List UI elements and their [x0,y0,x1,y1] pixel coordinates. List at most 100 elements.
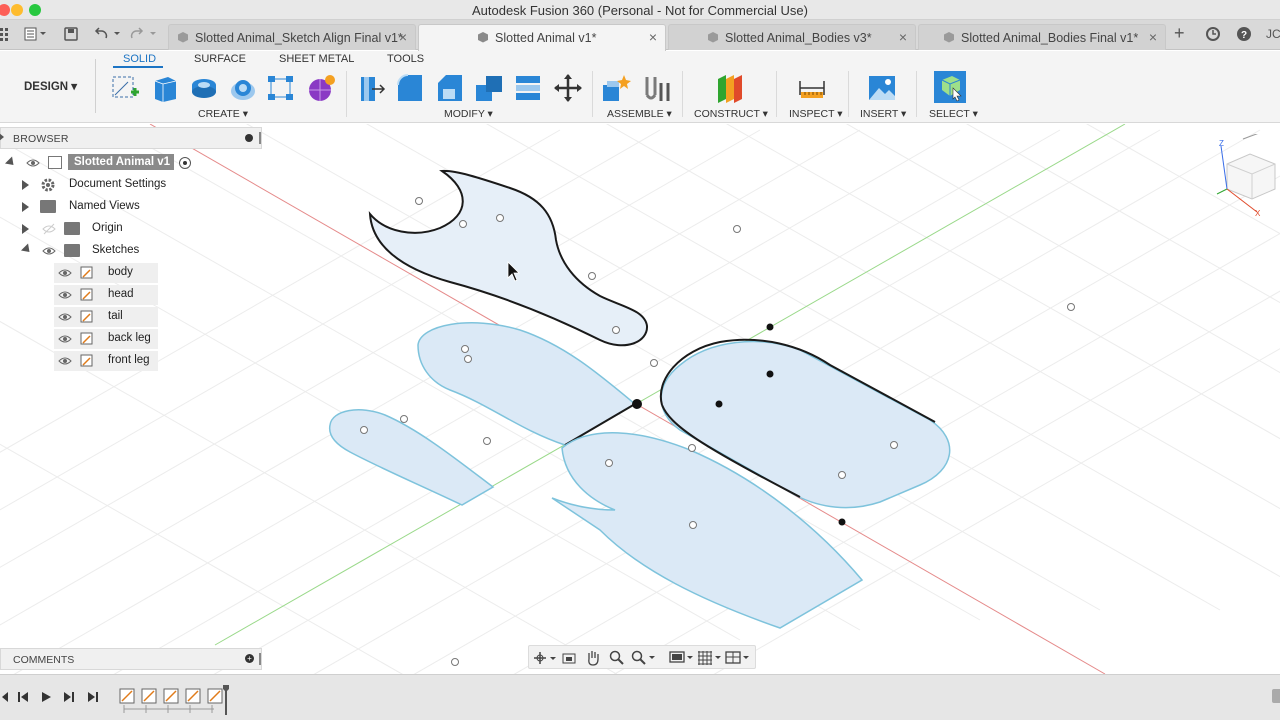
tab-label: Slotted Animal_Bodies Final v1* [961,31,1139,45]
fillet-icon[interactable] [395,73,425,103]
add-comment-icon[interactable]: + [245,654,254,663]
tree-item-document-settings[interactable]: Document Settings [0,175,200,195]
view-cube-icon[interactable]: Z X [1215,134,1280,219]
job-status-icon[interactable] [1205,26,1221,45]
divider [592,71,593,117]
sketch-item-back-leg[interactable]: back leg [54,329,158,349]
create-form-icon[interactable] [306,73,336,103]
close-tab-icon[interactable]: × [649,29,657,45]
look-at-icon[interactable] [561,650,577,666]
visibility-eye-icon[interactable] [58,355,72,367]
tab-bodies-v3[interactable]: Slotted Animal_Bodies v3* × [668,24,916,50]
go-to-start-icon[interactable] [0,691,12,703]
tab-solid[interactable]: SOLID [123,53,156,65]
assemble-menu[interactable]: ASSEMBLE ▾ [607,108,672,120]
expand-icon[interactable] [22,180,29,190]
close-tab-icon[interactable]: × [899,29,907,45]
inspect-menu[interactable]: INSPECT ▾ [789,108,843,120]
visibility-eye-icon[interactable] [26,157,40,169]
tab-tools[interactable]: TOOLS [387,53,424,65]
go-to-end-icon[interactable] [86,691,100,703]
browser-header[interactable]: BROWSER [0,127,262,149]
viewports-icon[interactable] [725,650,751,666]
pattern-icon[interactable] [266,73,296,103]
timeline-features[interactable] [116,685,236,715]
visibility-eye-icon[interactable] [58,333,72,345]
new-tab-icon[interactable]: + [1174,23,1185,44]
visibility-eye-icon[interactable] [42,245,56,257]
tab-bodies-final[interactable]: Slotted Animal_Bodies Final v1* × [918,24,1166,50]
revolve-icon[interactable] [189,73,219,103]
tree-item-origin[interactable]: Origin [0,219,200,239]
activate-radio-icon[interactable] [179,157,191,169]
chamfer-icon[interactable] [435,73,465,103]
undo-icon[interactable] [94,27,124,44]
sketch-item-body[interactable]: body [54,263,158,283]
split-body-icon[interactable] [513,73,543,103]
file-menu-icon[interactable] [24,27,48,44]
tab-slotted-animal[interactable]: Slotted Animal v1* × [418,24,666,51]
grid-settings-icon[interactable] [697,650,723,666]
expand-icon[interactable] [22,224,29,234]
zoom-icon[interactable] [609,650,625,666]
construct-menu[interactable]: CONSTRUCT ▾ [694,108,768,120]
collapse-browser-icon[interactable] [0,133,4,141]
sketch-label: head [108,288,134,300]
combine-icon[interactable] [474,73,504,103]
visibility-eye-icon[interactable] [58,267,72,279]
extrude-icon[interactable] [150,73,180,103]
tab-sheet-metal[interactable]: SHEET METAL [279,53,354,65]
modify-menu[interactable]: MODIFY ▾ [444,108,493,120]
select-icon[interactable] [933,70,967,104]
new-component-icon[interactable] [601,73,631,103]
tree-root-component[interactable]: Slotted Animal v1 [0,153,200,173]
sketch-item-front-leg[interactable]: front leg [54,351,158,371]
pin-panel-icon[interactable] [245,134,253,142]
expand-icon[interactable] [22,202,29,212]
select-menu[interactable]: SELECT ▾ [929,108,978,120]
move-copy-icon[interactable] [553,73,583,103]
display-settings-icon[interactable] [669,650,695,666]
create-sketch-icon[interactable] [110,73,140,103]
panel-resize-handle[interactable] [259,132,261,144]
measure-icon[interactable] [797,73,827,103]
insert-image-icon[interactable] [867,73,897,103]
hidden-eye-icon[interactable] [42,223,56,235]
visibility-eye-icon[interactable] [58,289,72,301]
joint-icon[interactable] [641,73,671,103]
orbit-icon[interactable] [533,650,557,666]
tab-sketch-align-final[interactable]: Slotted Animal_Sketch Align Final v1* × [168,24,416,50]
tree-item-named-views[interactable]: Named Views [0,197,200,217]
sweep-icon[interactable] [228,73,258,103]
step-forward-icon[interactable] [62,691,76,703]
play-icon[interactable] [40,691,52,703]
tree-item-sketches[interactable]: Sketches [0,241,200,261]
save-icon[interactable] [64,27,78,44]
collapse-icon[interactable] [4,156,18,169]
tab-surface[interactable]: SURFACE [194,53,246,65]
redo-icon[interactable] [130,27,160,44]
create-menu[interactable]: CREATE ▾ [198,108,248,120]
visibility-eye-icon[interactable] [58,311,72,323]
sketch-item-tail[interactable]: tail [54,307,158,327]
zoom-window-icon[interactable] [631,650,657,666]
sketch-label: body [108,266,133,278]
sketch-item-head[interactable]: head [54,285,158,305]
timeline-bar [0,674,1280,720]
insert-menu[interactable]: INSERT ▾ [860,108,906,120]
workspace-label: DESIGN ▾ [24,81,78,93]
help-icon[interactable]: ? [1236,26,1252,45]
close-tab-icon[interactable]: × [399,29,407,45]
timeline-settings-icon[interactable] [1272,689,1280,703]
step-back-icon[interactable] [16,691,30,703]
grid-menu-icon[interactable] [0,27,10,44]
comments-panel[interactable]: COMMENTS + [0,648,262,670]
user-avatar[interactable]: JC [1266,27,1280,41]
collapse-icon[interactable] [20,243,34,256]
panel-resize-handle[interactable] [259,653,261,665]
close-tab-icon[interactable]: × [1149,29,1157,45]
workspace-switcher[interactable]: DESIGN ▾ [0,59,96,113]
offset-plane-icon[interactable] [714,73,744,103]
press-pull-icon[interactable] [356,73,386,103]
pan-hand-icon[interactable] [585,649,601,667]
